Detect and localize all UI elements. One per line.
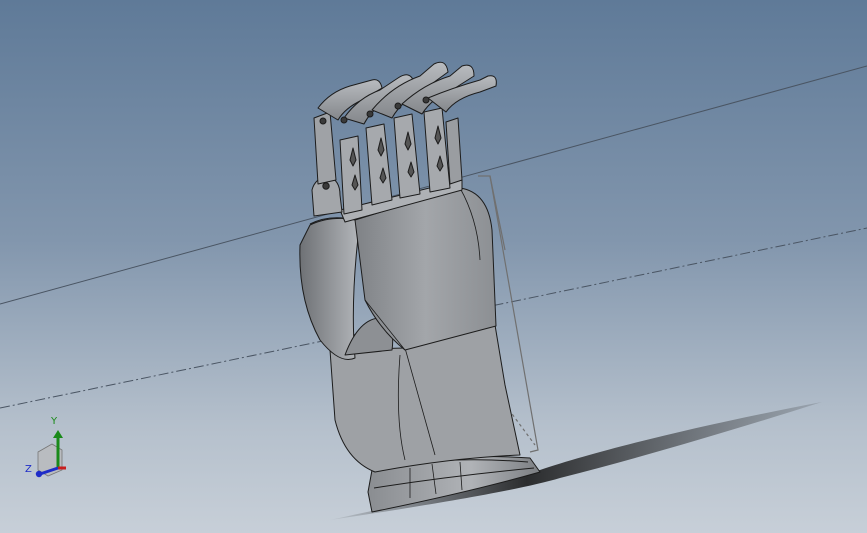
- thumb-pad: [299, 217, 361, 360]
- model-scene[interactable]: [0, 0, 867, 533]
- robotic-hand-model[interactable]: [299, 61, 541, 513]
- y-axis-label: Y: [51, 416, 58, 427]
- z-axis-label: Z: [25, 464, 32, 475]
- graphics-viewport[interactable]: Y Z: [0, 0, 867, 533]
- view-orientation-triad[interactable]: [35, 430, 66, 478]
